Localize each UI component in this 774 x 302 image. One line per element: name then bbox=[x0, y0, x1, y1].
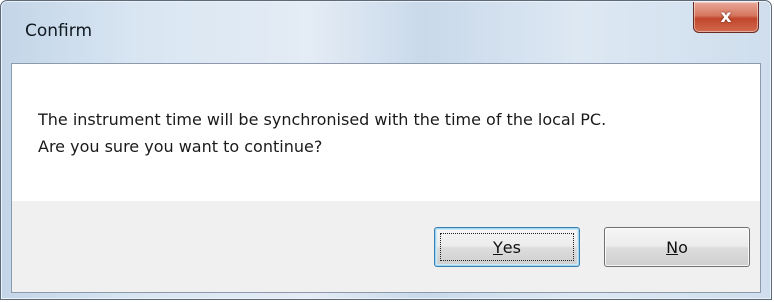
confirm-dialog: Confirm x The instrument time will be sy… bbox=[0, 0, 772, 300]
message-line-2: Are you sure you want to continue? bbox=[38, 137, 323, 156]
dialog-title: Confirm bbox=[25, 21, 93, 41]
no-button-mnemonic: N bbox=[666, 237, 679, 257]
yes-button[interactable]: Yes bbox=[434, 227, 580, 267]
focus-ring bbox=[440, 233, 574, 261]
dialog-body: The instrument time will be synchronised… bbox=[11, 63, 761, 293]
message-text: The instrument time will be synchronised… bbox=[38, 106, 606, 160]
message-area: The instrument time will be synchronised… bbox=[12, 64, 760, 201]
no-button[interactable]: No bbox=[604, 227, 750, 267]
close-icon: x bbox=[720, 6, 732, 27]
title-bar[interactable]: Confirm x bbox=[1, 1, 771, 63]
message-line-1: The instrument time will be synchronised… bbox=[38, 110, 607, 129]
no-button-label: o bbox=[678, 237, 688, 257]
close-button[interactable]: x bbox=[693, 2, 759, 33]
